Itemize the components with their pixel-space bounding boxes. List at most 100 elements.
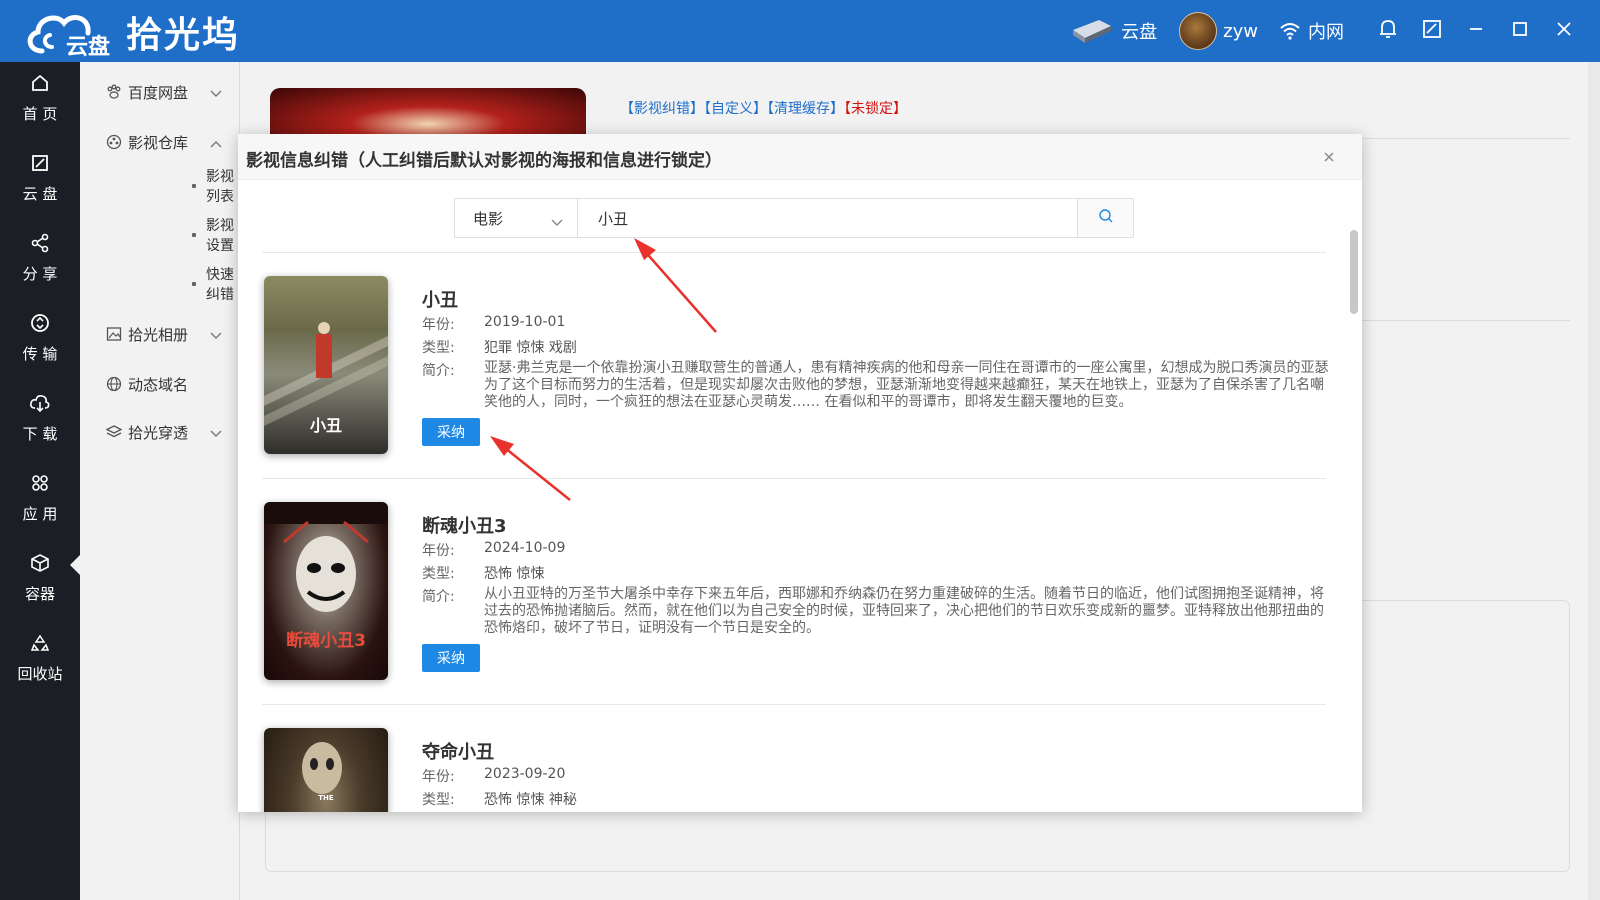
nav-apps[interactable]: 应 用 <box>0 462 80 534</box>
nav-recycle[interactable]: 回收站 <box>0 622 80 694</box>
cloud-logo-icon: 云盘 <box>22 7 114 60</box>
movie-intro: 从小丑亚特的万圣节大屠杀中幸存下来五年后，西耶娜和乔纳森仍在努力重建破碎的生活。… <box>484 586 1324 636</box>
movie-intro: 亚瑟·弗兰克是一个依靠扮演小丑赚取营生的普通人，患有精神疾病的他和母亲一同住在哥… <box>484 360 1329 410</box>
menu-warehouse-label: 影视仓库 <box>128 133 189 152</box>
app-name: 拾光坞 <box>126 15 241 56</box>
nav-cloud-disk[interactable]: 云 盘 <box>0 142 80 214</box>
dialog-close-button[interactable] <box>1322 150 1336 164</box>
divider <box>262 704 1326 705</box>
disk-status[interactable]: 云盘 <box>1071 18 1157 44</box>
menu-quick-correct[interactable]: 快速纠错 <box>80 264 240 304</box>
main-nav: 首 页 云 盘 分 享 传 输 下 载 应 用 容器 回收站 <box>0 62 80 900</box>
film-reel-icon <box>106 134 122 150</box>
movie-year: 2023-09-20 <box>484 766 566 782</box>
movie-poster: 断魂小丑3 <box>264 502 388 680</box>
movie-poster: THE <box>264 728 388 812</box>
menu-baidu-label: 百度网盘 <box>128 83 189 102</box>
list-item: THE 夺命小丑 年份: 2023-09-20 类型: 恐怖 惊悚 神秘 <box>264 728 1334 812</box>
link-unlocked[interactable]: 【未锁定】 <box>844 101 907 117</box>
year-label: 年份: <box>422 543 455 559</box>
menu-photo-album[interactable]: 拾光相册 <box>80 314 240 354</box>
globe-icon <box>106 376 122 392</box>
close-icon <box>1556 21 1572 41</box>
movie-year: 2019-10-01 <box>484 314 566 330</box>
adopt-button[interactable]: 采纳 <box>422 418 480 446</box>
menu-baidu-netdisk[interactable]: 百度网盘 <box>80 72 240 112</box>
year-label: 年份: <box>422 317 455 333</box>
network-status[interactable]: 内网 <box>1280 18 1344 44</box>
minimize-button[interactable] <box>1454 0 1498 62</box>
close-icon <box>1322 152 1336 168</box>
media-type-value: 电影 <box>473 209 504 228</box>
menu-video-list[interactable]: 影视列表 <box>80 166 240 206</box>
background-scroll-strip <box>1588 62 1600 900</box>
search-button[interactable] <box>1078 198 1134 238</box>
avatar <box>1179 12 1218 50</box>
logo-subtitle: 云盘 <box>66 35 111 60</box>
nav-share-label: 分 享 <box>22 264 58 283</box>
dialog-body: 电影 小丑 小丑 年份: 2019-10 <box>238 180 1362 812</box>
search-input[interactable] <box>578 198 1078 238</box>
menu-album-label: 拾光相册 <box>128 325 189 344</box>
nav-download[interactable]: 下 载 <box>0 382 80 454</box>
user-menu[interactable]: zyw <box>1179 12 1258 50</box>
correction-dialog: 影视信息纠错（人工纠错后默认对影视的海报和信息进行锁定） 电影 小丑 小丑 小丑… <box>238 134 1362 812</box>
chevron-down-icon <box>551 213 563 231</box>
movie-genre: 犯罪 惊悚 戏剧 <box>484 340 577 356</box>
app-logo: 云盘 拾光坞 <box>22 6 241 60</box>
hard-disk-icon <box>1071 18 1113 44</box>
secondary-menu: 百度网盘 影视仓库 影视列表 影视设置 快速纠错 拾光相册 动态域名 拾光穿透 <box>80 62 240 900</box>
link-video-correct[interactable]: 【影视纠错】 <box>620 101 704 117</box>
movie-title: 夺命小丑 <box>422 742 494 763</box>
nav-share[interactable]: 分 享 <box>0 222 80 294</box>
close-window-button[interactable] <box>1542 0 1586 62</box>
poster-caption: THE <box>318 794 334 802</box>
maximize-icon <box>1512 21 1528 41</box>
nav-transfer-label: 传 输 <box>22 344 58 363</box>
wifi-icon <box>1280 22 1300 40</box>
menu-video-settings[interactable]: 影视设置 <box>80 215 240 255</box>
menu-video-warehouse[interactable]: 影视仓库 <box>80 122 240 162</box>
user-name: zyw <box>1223 20 1258 42</box>
nav-cloud-disk-label: 云 盘 <box>22 184 58 203</box>
menu-quick-correct-label: 快速纠错 <box>206 267 234 303</box>
apps-icon <box>30 473 50 497</box>
list-item: 断魂小丑3 断魂小丑3 年份: 2024-10-09 类型: 恐怖 惊悚 简介:… <box>264 502 1334 682</box>
nav-container-label: 容器 <box>24 584 55 603</box>
menu-ddns[interactable]: 动态域名 <box>80 364 240 404</box>
share-icon <box>30 233 50 257</box>
screenshot-button[interactable] <box>1410 0 1454 62</box>
movie-title: 小丑 <box>422 290 458 311</box>
search-icon <box>1098 208 1114 228</box>
paw-icon <box>106 84 122 100</box>
menu-tunnel[interactable]: 拾光穿透 <box>80 412 240 452</box>
link-custom[interactable]: 【自定义】 <box>704 101 767 117</box>
chevron-up-icon <box>210 134 222 152</box>
intro-label: 简介: <box>422 589 455 605</box>
maximize-button[interactable] <box>1498 0 1542 62</box>
search-bar: 电影 <box>454 198 1134 238</box>
image-icon <box>106 326 122 342</box>
dialog-title: 影视信息纠错（人工纠错后默认对影视的海报和信息进行锁定） <box>246 151 722 171</box>
nav-download-label: 下 载 <box>22 424 58 443</box>
dialog-scrollbar[interactable] <box>1350 230 1358 314</box>
nav-home[interactable]: 首 页 <box>0 62 80 134</box>
bell-icon <box>1379 19 1397 43</box>
layers-icon <box>106 424 122 440</box>
media-type-select[interactable]: 电影 <box>454 198 578 238</box>
notification-button[interactable] <box>1366 0 1410 62</box>
link-clear-cache[interactable]: 【清理缓存】 <box>767 101 844 117</box>
movie-genre: 恐怖 惊悚 神秘 <box>484 792 577 808</box>
nav-transfer[interactable]: 传 输 <box>0 302 80 374</box>
divider <box>262 252 1326 253</box>
menu-video-list-label: 影视列表 <box>206 169 234 205</box>
minimize-icon <box>1468 21 1484 41</box>
poster-caption: 小丑 <box>309 416 342 435</box>
genre-label: 类型: <box>422 566 455 582</box>
genre-label: 类型: <box>422 340 455 356</box>
menu-ddns-label: 动态域名 <box>128 375 189 394</box>
title-bar: 云盘 拾光坞 云盘 zyw 内网 <box>0 0 1600 62</box>
nav-container[interactable]: 容器 <box>0 542 80 614</box>
adopt-button[interactable]: 采纳 <box>422 644 480 672</box>
movie-genre-row: 类型: 恐怖 惊悚 神秘 <box>422 789 577 809</box>
